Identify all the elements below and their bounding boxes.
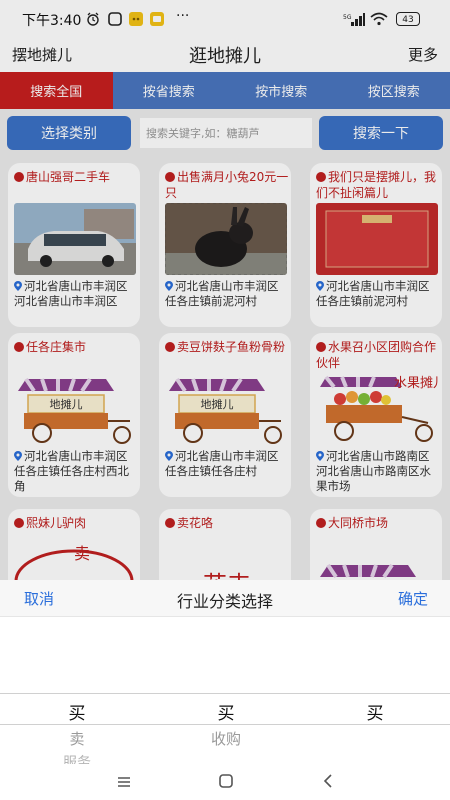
listing-title: 熙妹儿驴肉 [14,515,138,531]
stall-cart-illustration: 地摊儿 [14,373,136,445]
picker-toolbar: 取消 行业分类选择 确定 [0,580,450,617]
cart-sign: 地摊儿 [201,397,234,411]
status-time: 下午3:40 [22,13,82,29]
listing-title: 出售满月小兔20元一只 [165,170,289,200]
battery-icon: 43 [396,11,420,26]
cart-sign: 水果摊儿 [394,376,438,391]
listing-title: 大同桥市场 [316,515,440,531]
picker-col1-option[interactable]: 卖 [2,728,152,749]
listing-card[interactable]: 我们只是摆摊儿，我们不扯闲篇儿 河北省唐山市丰润区任各庄镇前泥河村 [310,163,442,327]
location-pin-icon [316,281,324,291]
menu-icon[interactable] [116,774,132,793]
tab-search-by-city[interactable]: 按市搜索 [225,72,338,109]
location-pin-icon [316,451,324,461]
picker-col2-selected[interactable]: 买 [151,699,301,724]
listing-title: 我们只是摆摊儿，我们不扯闲篇儿 [316,170,437,200]
listing-location: 河北省唐山市丰润区任各庄镇前泥河村 [316,279,430,308]
listing-location: 河北省唐山市丰润区任各庄镇任各庄村 [165,449,279,478]
red-banner-photo [316,203,438,275]
listing-marker-icon [165,342,175,352]
fruit-cart-illustration: 水果摊儿 [316,373,438,445]
listing-marker-icon [316,518,326,528]
select-category-button[interactable]: 选择类别 [7,116,131,150]
listing-location: 河北省唐山市路南区河北省唐山市路南区水果市场 [316,449,431,493]
location-pin-icon [165,451,173,461]
location-pin-icon [14,281,22,291]
status-bar: 下午3:40 ··· 5G 43 [0,0,450,38]
search-scope-tabs: 搜索全国 按省搜索 按市搜索 按区搜索 [0,72,450,109]
cart-sign: 地摊儿 [50,397,83,411]
selection-line-top [0,693,450,694]
tab-search-nationwide[interactable]: 搜索全国 [0,72,113,109]
back-icon[interactable] [322,773,334,793]
category-picker-sheet: 取消 行业分类选择 确定 买 卖 服务 买 收购 买 [0,580,450,771]
signal-icon: 5G [343,12,365,29]
more-link[interactable]: 更多 [408,44,438,65]
confirm-button[interactable]: 确定 [398,588,428,609]
listing-marker-icon [165,172,175,182]
search-input[interactable] [140,118,312,148]
listing-card[interactable]: 任各庄集市 地摊儿 河北省唐山市丰润区任各庄镇任各庄村西北角 [8,333,140,497]
tab-search-by-district[interactable]: 按区搜索 [337,72,450,109]
picker-col2-option[interactable]: 收购 [151,728,301,749]
post-stall-link[interactable]: 摆地摊儿 [12,44,72,65]
location-pin-icon [165,281,173,291]
listing-location: 河北省唐山市丰润区任各庄镇前泥河村 [165,279,279,308]
listing-grid: 唐山强哥二手车 河北省唐山市丰润区河北省唐山市丰润区 出售满月小兔20元一只 河… [0,157,450,587]
notify-icon-yellow-1 [129,12,143,29]
home-icon[interactable] [218,773,234,793]
tab-search-by-province[interactable]: 按省搜索 [112,72,225,109]
listing-marker-icon [316,342,326,352]
picker-col1-selected[interactable]: 买 [2,699,152,724]
listing-title: 水果召小区团购合作伙伴 [316,340,437,370]
search-button[interactable]: 搜索一下 [319,116,443,150]
listing-card[interactable]: 卖豆饼麸子鱼粉骨粉 地摊儿 河北省唐山市丰润区任各庄镇任各庄村 [159,333,291,497]
rabbit-photo [165,203,287,275]
listing-marker-icon [14,342,24,352]
picker-col3-selected[interactable]: 买 [300,699,450,724]
svg-text:5G: 5G [343,14,352,21]
search-row: 选择类别 搜索一下 [0,109,450,157]
listing-card[interactable]: 大同桥市场 [310,509,442,587]
wifi-icon [370,12,388,29]
location-pin-icon [14,451,22,461]
listing-marker-icon [165,518,175,528]
selection-line-bottom [0,724,450,725]
listing-card[interactable]: 水果召小区团购合作伙伴 水果摊儿 河北省唐山市路南区河北省唐山市路南区水果市场 [310,333,442,497]
car-photo [14,203,136,275]
listing-card[interactable]: 出售满月小兔20元一只 河北省唐山市丰润区任各庄镇前泥河村 [159,163,291,327]
battery-level: 43 [396,12,420,26]
listing-location: 河北省唐山市丰润区任各庄镇任各庄村西北角 [14,449,129,493]
system-nav-bar [0,764,450,800]
listing-title: 任各庄集市 [14,339,138,355]
alarm-icon [86,12,100,29]
notify-icon-yellow-2 [150,12,164,29]
listing-card[interactable]: 熙妹儿驴肉 卖 [8,509,140,587]
stall-cart-illustration: 地摊儿 [165,373,287,445]
more-notifications-icon: ··· [176,8,190,24]
picker-title: 行业分类选择 [176,592,273,611]
listing-title: 卖豆饼麸子鱼粉骨粉 [165,339,289,355]
listing-marker-icon [14,518,24,528]
listing-title: 唐山强哥二手车 [14,169,138,185]
listing-title: 卖花咯 [165,515,289,531]
cart-sign: 卖 [74,544,90,563]
listing-marker-icon [316,172,326,182]
listing-location: 河北省唐山市丰润区河北省唐山市丰润区 [14,279,128,308]
app-notify-icon [108,12,122,29]
listing-card[interactable]: 卖花咯 花卉 [159,509,291,587]
listing-card[interactable]: 唐山强哥二手车 河北省唐山市丰润区河北省唐山市丰润区 [8,163,140,327]
listing-marker-icon [14,172,24,182]
app-header: 逛地摊儿 摆地摊儿 更多 [0,38,450,72]
